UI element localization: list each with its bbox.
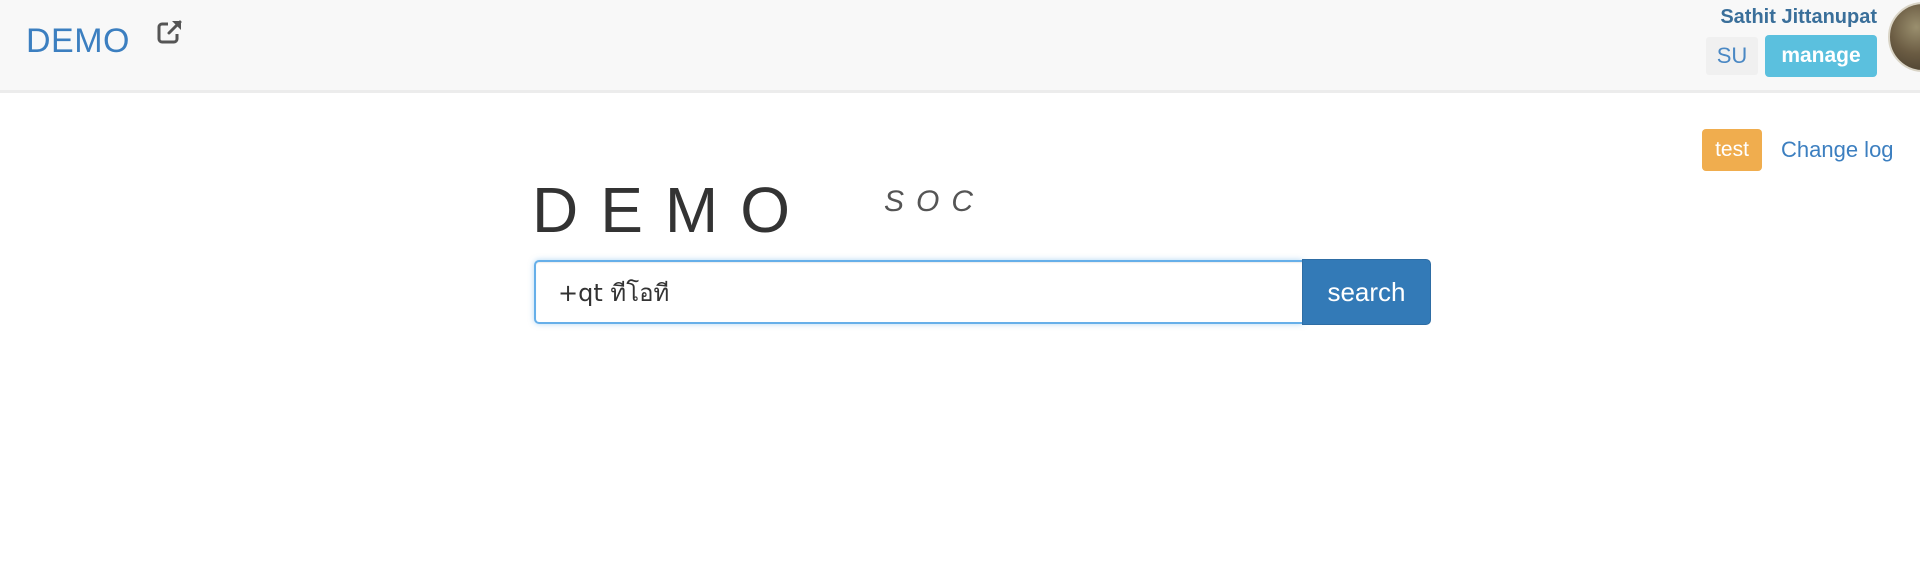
changelog-link[interactable]: Change log [1781, 137, 1894, 163]
search-input[interactable] [534, 260, 1303, 324]
test-badge: test [1702, 129, 1762, 171]
brand-link[interactable]: DEMO [26, 22, 130, 61]
top-navbar: DEMO Sathit Jittanupat SU manage [0, 0, 1920, 93]
avatar[interactable] [1888, 2, 1920, 72]
su-link[interactable]: SU [1706, 37, 1758, 75]
logo-subtitle: SOC [884, 185, 986, 218]
logo-title: DEMO [532, 174, 812, 246]
user-name-link[interactable]: Sathit Jittanupat [1720, 6, 1877, 29]
search-button[interactable]: search [1302, 259, 1431, 325]
external-link-icon[interactable] [156, 18, 184, 46]
manage-button[interactable]: manage [1765, 35, 1877, 77]
